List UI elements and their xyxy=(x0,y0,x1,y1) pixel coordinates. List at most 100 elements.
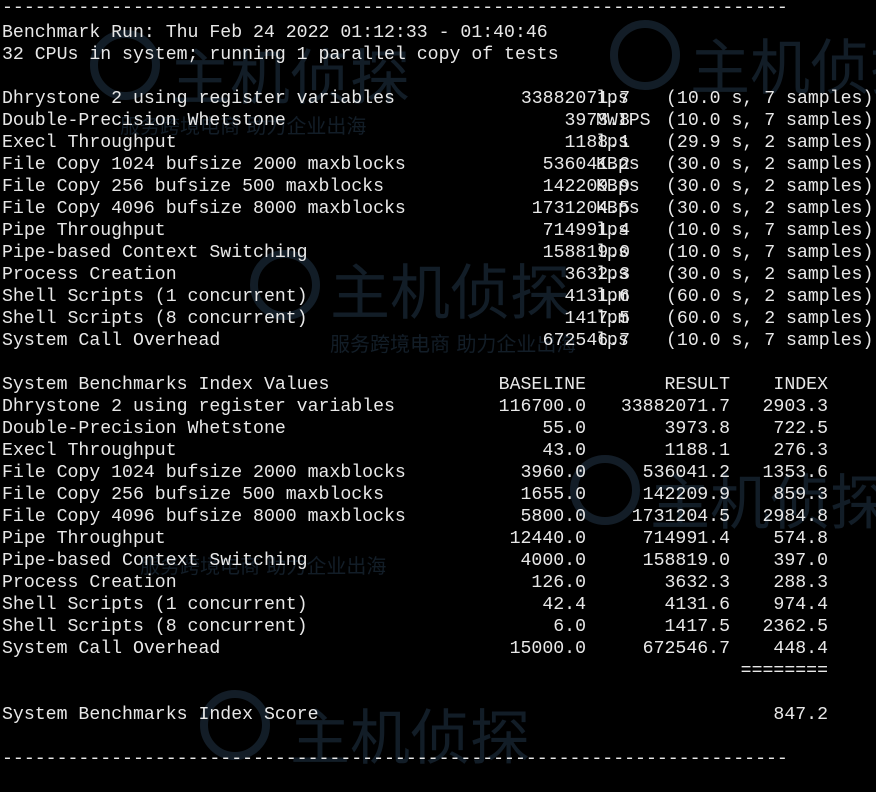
index-score-row: System Benchmarks Index Score 847.2 xyxy=(2,704,876,726)
separator-bottom: ----------------------------------------… xyxy=(2,749,788,769)
index-row: Shell Scripts (8 concurrent) 6.0 1417.5 236… xyxy=(2,616,876,638)
total-rule-row: ======== xyxy=(2,660,876,682)
results-table: Dhrystone 2 using register variables 3388… xyxy=(2,88,876,352)
index-value: 448.4 xyxy=(773,639,828,659)
index-baseline: 12440.0 xyxy=(509,529,586,549)
index-row: Dhrystone 2 using register variables 1167… xyxy=(2,396,876,418)
index-name: Shell Scripts (1 concurrent) xyxy=(2,595,308,615)
result-unit: KBps xyxy=(596,155,640,175)
separator-top: ----------------------------------------… xyxy=(2,0,788,18)
result-name: System Call Overhead xyxy=(2,331,221,351)
terminal-output[interactable]: ----------------------------------------… xyxy=(2,0,876,769)
index-baseline: 3960.0 xyxy=(520,463,587,483)
result-row: Double-Precision Whetstone 3973.8 MWIPS (10… xyxy=(2,110,876,132)
result-unit: lps xyxy=(596,133,629,153)
result-name: File Copy 256 bufsize 500 maxblocks xyxy=(2,177,384,197)
index-result: 1417.5 xyxy=(664,617,731,637)
index-name: Pipe-based Context Switching xyxy=(2,551,308,571)
index-name: Execl Throughput xyxy=(2,441,177,461)
header-cpu-line: 32 CPUs in system; running 1 parallel co… xyxy=(2,45,559,65)
index-name: System Call Overhead xyxy=(2,639,221,659)
index-result: 1731204.5 xyxy=(631,507,730,527)
result-row: Shell Scripts (1 concurrent) 4131.6 lpm (60… xyxy=(2,286,876,308)
index-name: Process Creation xyxy=(2,573,177,593)
index-value: 2984.8 xyxy=(762,507,829,527)
result-unit: lps xyxy=(596,243,629,263)
result-row: File Copy 256 bufsize 500 maxblocks 14220… xyxy=(2,176,876,198)
result-name: Shell Scripts (8 concurrent) xyxy=(2,309,308,329)
result-name: File Copy 4096 bufsize 8000 maxblocks xyxy=(2,199,406,219)
index-name: File Copy 1024 bufsize 2000 maxblocks xyxy=(2,463,406,483)
index-name: File Copy 4096 bufsize 8000 maxblocks xyxy=(2,507,406,527)
index-row: Shell Scripts (1 concurrent) 42.4 4131.6 97… xyxy=(2,594,876,616)
result-unit: MWIPS xyxy=(596,111,651,131)
index-result: 714991.4 xyxy=(642,529,730,549)
index-result: 142209.9 xyxy=(642,485,730,505)
result-unit: lps xyxy=(596,221,629,241)
result-unit: KBps xyxy=(596,199,640,219)
index-title: System Benchmarks Index Values xyxy=(2,375,330,395)
index-value: 859.3 xyxy=(773,485,828,505)
index-value: 397.0 xyxy=(773,551,828,571)
result-samples: (10.0 s, 7 samples) xyxy=(666,243,874,263)
result-name: Pipe-based Context Switching xyxy=(2,243,308,263)
index-row: File Copy 1024 bufsize 2000 maxblocks 396… xyxy=(2,462,876,484)
index-baseline: 116700.0 xyxy=(498,397,586,417)
index-result: 3632.3 xyxy=(664,573,731,593)
result-samples: (10.0 s, 7 samples) xyxy=(666,89,874,109)
result-unit: lps xyxy=(596,265,629,285)
index-row: Double-Precision Whetstone 55.0 3973.8 722.… xyxy=(2,418,876,440)
index-value: 574.8 xyxy=(773,529,828,549)
result-unit: KBps xyxy=(596,177,640,197)
col-result-header: RESULT xyxy=(664,375,731,395)
index-baseline: 42.4 xyxy=(542,595,586,615)
index-row: File Copy 256 bufsize 500 maxblocks 1655.… xyxy=(2,484,876,506)
result-row: Execl Throughput 1188.1 lps (29.9 s, 2 samp… xyxy=(2,132,876,154)
index-value: 2903.3 xyxy=(762,397,829,417)
result-samples: (10.0 s, 7 samples) xyxy=(666,221,874,241)
index-row: File Copy 4096 bufsize 8000 maxblocks 580… xyxy=(2,506,876,528)
result-samples: (29.9 s, 2 samples) xyxy=(666,133,874,153)
index-header-row: System Benchmarks Index Values BASELINE … xyxy=(2,374,876,396)
result-samples: (10.0 s, 7 samples) xyxy=(666,331,874,351)
index-row: Execl Throughput 43.0 1188.1 276.3 xyxy=(2,440,876,462)
header-run-line: Benchmark Run: Thu Feb 24 2022 01:12:33 … xyxy=(2,23,548,43)
index-baseline: 126.0 xyxy=(531,573,586,593)
result-name: Double-Precision Whetstone xyxy=(2,111,286,131)
index-baseline: 43.0 xyxy=(542,441,586,461)
index-row: Process Creation 126.0 3632.3 288.3 xyxy=(2,572,876,594)
result-row: Process Creation 3632.3 lps (30.0 s, 2 samp… xyxy=(2,264,876,286)
index-name: Dhrystone 2 using register variables xyxy=(2,397,395,417)
index-result: 1188.1 xyxy=(664,441,731,461)
result-name: File Copy 1024 bufsize 2000 maxblocks xyxy=(2,155,406,175)
result-name: Pipe Throughput xyxy=(2,221,166,241)
col-baseline-header: BASELINE xyxy=(498,375,586,395)
col-index-header: INDEX xyxy=(773,375,828,395)
result-samples: (30.0 s, 2 samples) xyxy=(666,199,874,219)
result-name: Dhrystone 2 using register variables xyxy=(2,89,395,109)
index-baseline: 1655.0 xyxy=(520,485,587,505)
index-value: 288.3 xyxy=(773,573,828,593)
index-name: Double-Precision Whetstone xyxy=(2,419,286,439)
result-samples: (10.0 s, 7 samples) xyxy=(666,111,874,131)
result-row: Shell Scripts (8 concurrent) 1417.5 lpm (60… xyxy=(2,308,876,330)
index-name: Pipe Throughput xyxy=(2,529,166,549)
result-name: Shell Scripts (1 concurrent) xyxy=(2,287,308,307)
index-name: Shell Scripts (8 concurrent) xyxy=(2,617,308,637)
result-row: File Copy 1024 bufsize 2000 maxblocks 536… xyxy=(2,154,876,176)
result-samples: (30.0 s, 2 samples) xyxy=(666,155,874,175)
index-baseline: 5800.0 xyxy=(520,507,587,527)
result-unit: lpm xyxy=(596,287,629,307)
result-samples: (60.0 s, 2 samples) xyxy=(666,309,874,329)
index-result: 3973.8 xyxy=(664,419,731,439)
index-score-label: System Benchmarks Index Score xyxy=(2,705,319,725)
index-result: 33882071.7 xyxy=(620,397,730,417)
result-row: Pipe-based Context Switching 158819.0 lps(… xyxy=(2,242,876,264)
index-baseline: 6.0 xyxy=(553,617,586,637)
index-value: 722.5 xyxy=(773,419,828,439)
result-row: Dhrystone 2 using register variables 3388… xyxy=(2,88,876,110)
